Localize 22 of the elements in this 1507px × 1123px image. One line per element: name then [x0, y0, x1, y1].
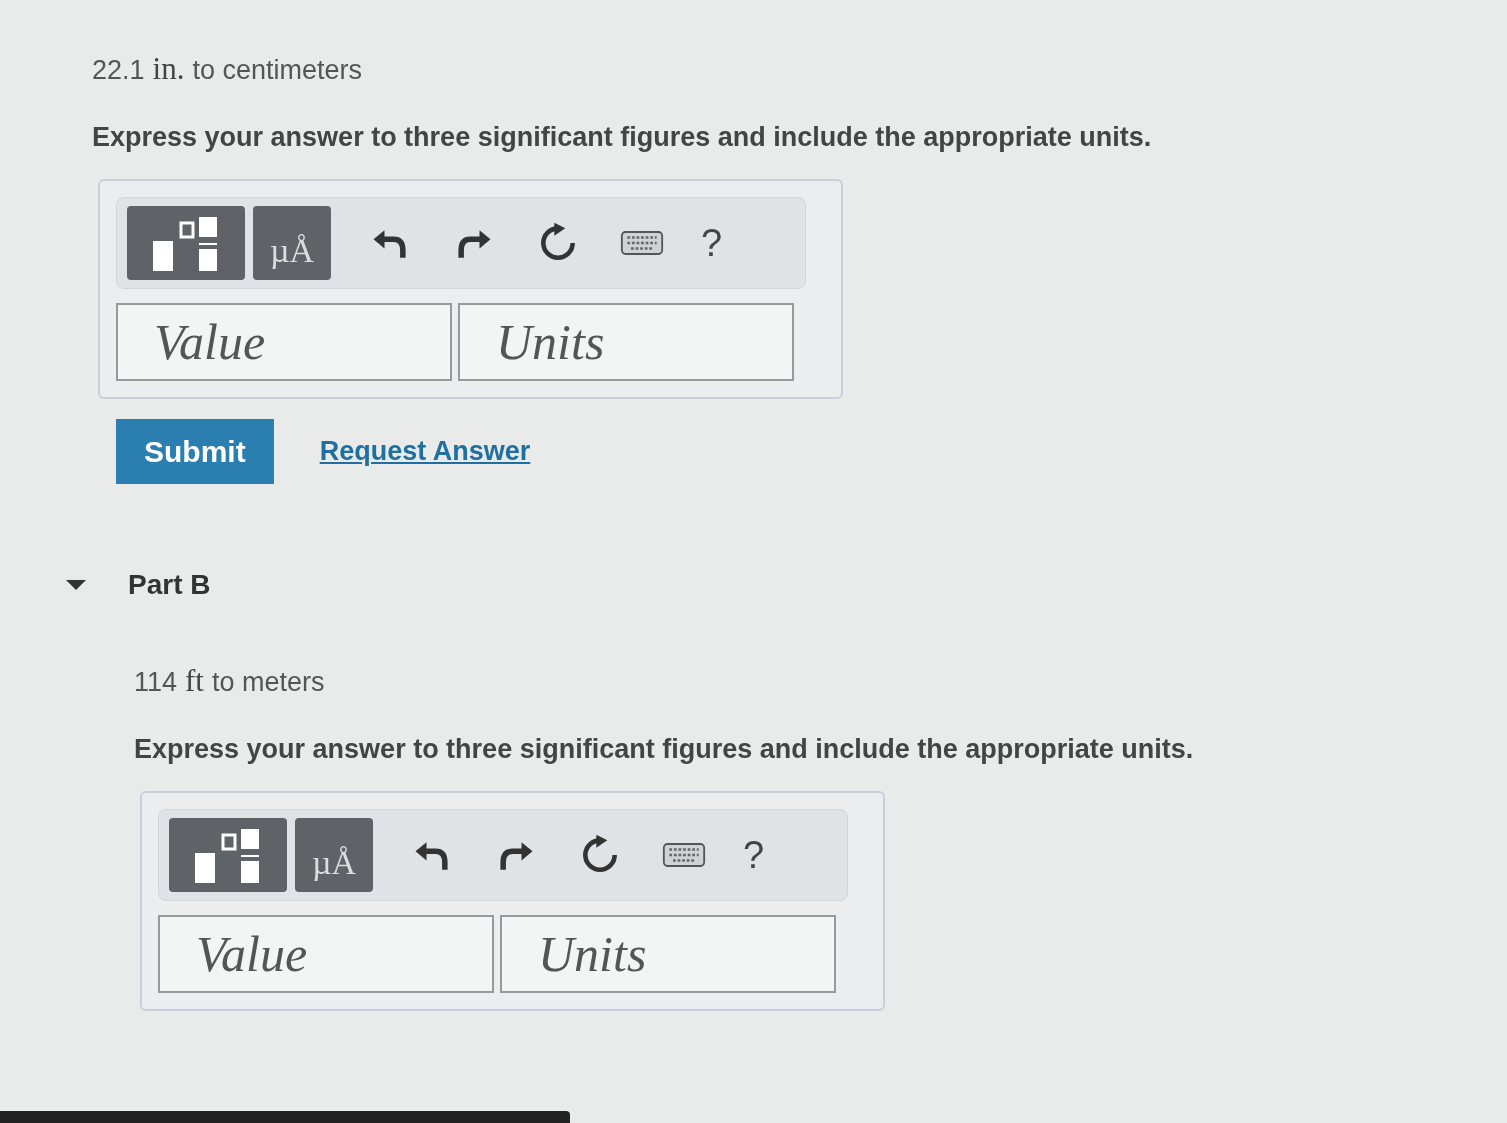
help-button[interactable]: ?	[743, 826, 765, 884]
prompt-unit: ft	[185, 662, 204, 700]
instruction-text: Express your answer to three significant figures and include the appropriate units.	[134, 732, 1195, 766]
prompt-text: to centimeters	[192, 54, 362, 87]
units-button[interactable]: µÅ	[295, 818, 373, 892]
prompt-number: 114	[134, 666, 178, 699]
help-button[interactable]: ?	[701, 214, 723, 272]
instruction-text: Express your answer to three significant figures and include the appropriate units.	[92, 120, 1153, 154]
prompt-unit: in.	[152, 50, 185, 88]
value-field[interactable]: Value	[158, 915, 494, 993]
units-field[interactable]: Units	[500, 915, 836, 993]
caret-icon[interactable]	[64, 578, 88, 592]
request-answer-link[interactable]: Request Answer	[319, 431, 531, 472]
prompt-text: to meters	[212, 666, 325, 699]
prompt-number: 22.1	[92, 54, 145, 87]
templates-button[interactable]	[169, 818, 287, 892]
units-field[interactable]: Units	[458, 303, 794, 381]
templates-button[interactable]	[127, 206, 245, 280]
part-heading[interactable]: Part B	[128, 564, 211, 606]
value-field[interactable]: Value	[116, 303, 452, 381]
submit-button[interactable]: Submit	[116, 419, 274, 484]
units-button[interactable]: µÅ	[253, 206, 331, 280]
